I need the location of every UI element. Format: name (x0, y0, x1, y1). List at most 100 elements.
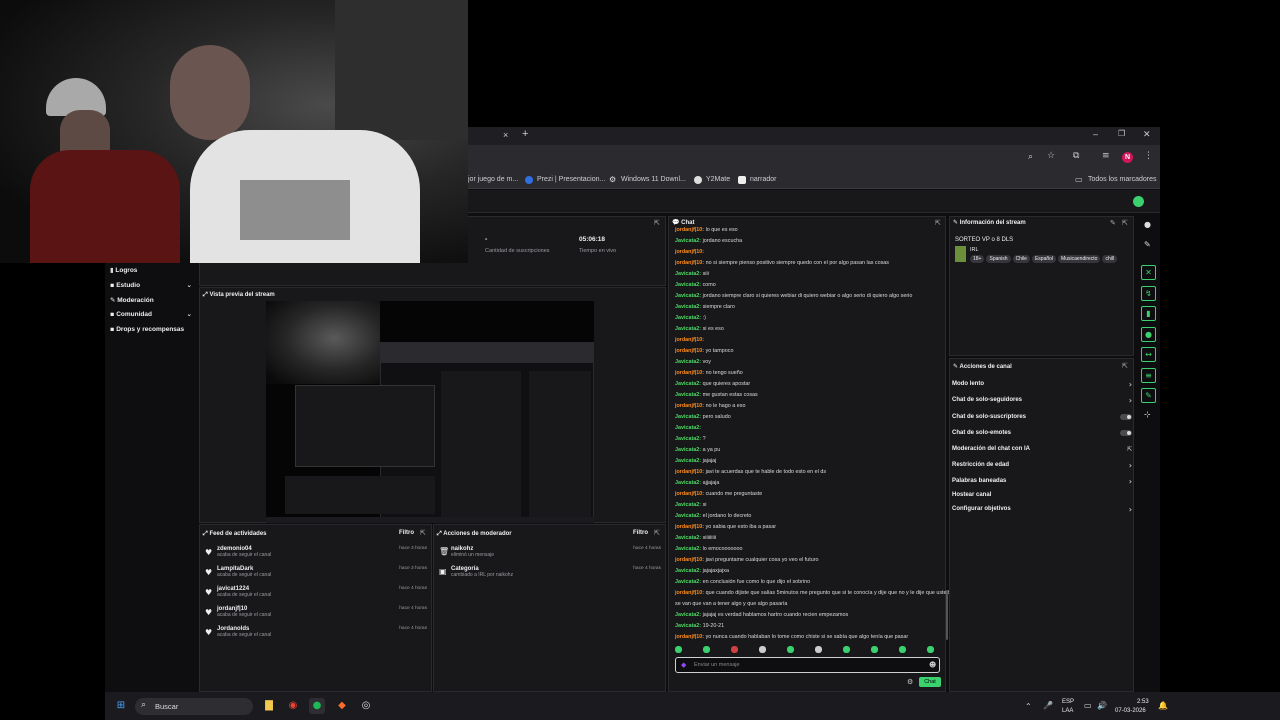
bookmark-item[interactable]: narrador (750, 176, 776, 183)
chat-username[interactable]: Javicata2: (675, 381, 701, 387)
bookmark-item[interactable]: jor juego de m... (468, 176, 518, 183)
chat-username[interactable]: jordanjf|10: (675, 337, 704, 343)
toggle-switch[interactable] (1120, 430, 1132, 436)
chat-username[interactable]: jordanjf|10: (675, 403, 704, 409)
chat-username[interactable]: Javicata2: (675, 392, 701, 398)
chat-username[interactable]: Javicata2: (675, 535, 701, 541)
sidebar-item-logros[interactable]: ▮ Logros (110, 266, 137, 274)
quick-action-button[interactable]: ≡ (1141, 368, 1156, 383)
chat-username[interactable]: jordanjf|10: (675, 634, 704, 640)
tag[interactable]: chill (1102, 255, 1118, 263)
all-bookmarks[interactable]: Todos los marcadores (1088, 176, 1156, 183)
extensions-icon[interactable]: ⧉ (1073, 151, 1079, 161)
popout-icon[interactable]: ⇱ (654, 529, 660, 537)
edit-icon[interactable]: ✎ (1110, 219, 1116, 227)
chat-username[interactable]: jordanjf|10: (675, 348, 704, 354)
mod-filter-button[interactable]: Filtro (633, 530, 648, 536)
chat-username[interactable]: Javicata2: (675, 480, 701, 486)
popout-icon[interactable]: ⇱ (654, 219, 660, 227)
windows-start-icon[interactable]: ⊞ (113, 698, 129, 714)
emote[interactable] (675, 646, 682, 653)
sidebar-item-moderacion[interactable]: ✎ Moderación (110, 296, 154, 304)
channel-action-row[interactable]: Chat de solo-seguidores › (952, 396, 1132, 405)
tag[interactable]: Spanish (986, 255, 1011, 263)
chat-username[interactable]: jordanjf|10: (675, 491, 704, 497)
bookmark-item[interactable]: Windows 11 Downl... (621, 176, 686, 183)
emote[interactable] (815, 646, 822, 653)
popout-icon[interactable]: ⇱ (935, 219, 941, 227)
taskbar-search[interactable]: ⌕ Buscar (135, 698, 253, 715)
channel-action-row[interactable]: Moderación del chat con IA ⇱ (952, 446, 1132, 453)
chat-username[interactable]: jordanjf|10: (675, 260, 704, 266)
chat-username[interactable]: Javicata2: (675, 436, 701, 442)
add-icon[interactable]: ⊹ (1144, 410, 1151, 419)
chat-username[interactable]: Javicata2: (675, 326, 701, 332)
chat-username[interactable]: jordanjf|10: (675, 557, 704, 563)
chat-username[interactable]: jordanjf|10: (675, 590, 704, 596)
chat-username[interactable]: jordanjf|10: (675, 227, 704, 233)
channel-action-row[interactable]: Modo lento › (952, 380, 1132, 389)
menu-icon[interactable]: ⋮ (1144, 151, 1153, 161)
chat-username[interactable]: Javicata2: (675, 238, 701, 244)
chat-username[interactable]: Javicata2: (675, 502, 701, 508)
channel-action-row[interactable]: Chat de solo-suscriptores (952, 414, 1132, 420)
bits-icon[interactable]: ◆ (681, 661, 686, 669)
popout-icon[interactable]: ⇱ (1122, 362, 1128, 370)
popout-icon[interactable]: ⇱ (1122, 219, 1128, 227)
emote[interactable] (759, 646, 766, 653)
clock-time[interactable]: 2:53 (1137, 699, 1149, 705)
chat-username[interactable]: Javicata2: (675, 623, 701, 629)
media-icon[interactable]: ≡ (1102, 151, 1110, 161)
emote[interactable] (787, 646, 794, 653)
sidebar-item-estudio[interactable]: ▪ Estudio ⌄ (110, 281, 192, 289)
close-tab-icon[interactable]: × (503, 130, 508, 140)
star-icon[interactable]: ☆ (1047, 151, 1055, 161)
chat-username[interactable]: jordanjf|10: (675, 249, 704, 255)
spotify-icon[interactable]: ● (309, 698, 325, 714)
quick-action-button[interactable]: ✕ (1141, 265, 1156, 280)
chat-username[interactable]: Javicata2: (675, 612, 701, 618)
language-bottom[interactable]: LAA (1062, 708, 1073, 714)
new-tab-button[interactable]: + (522, 128, 528, 140)
quick-action-button[interactable]: ▮ (1141, 306, 1156, 321)
microphone-icon[interactable]: 🎤 (1043, 701, 1053, 710)
chat-username[interactable]: jordanjf|10: (675, 469, 704, 475)
user-avatar[interactable] (1133, 196, 1144, 207)
profile-avatar[interactable]: N (1122, 152, 1133, 163)
chat-input[interactable]: ◆ Enviar un mensaje ☻ (675, 657, 940, 673)
maximize-button[interactable]: ❐ (1118, 129, 1125, 138)
channel-action-row[interactable]: Restricción de edad › (952, 461, 1132, 470)
emote[interactable] (843, 646, 850, 653)
emote-picker-icon[interactable]: ☻ (929, 661, 936, 669)
language-top[interactable]: ESP (1062, 699, 1074, 705)
channel-action-row[interactable]: Hostear canal (952, 492, 1132, 498)
clock-date[interactable]: 07-03-2026 (1115, 708, 1146, 714)
chat-username[interactable]: Javicata2: (675, 458, 701, 464)
chat-send-button[interactable]: Chat (919, 677, 941, 687)
stream-category[interactable]: IRL (970, 247, 979, 253)
chat-username[interactable]: Javicata2: (675, 546, 701, 552)
chat-username[interactable]: Javicata2: (675, 315, 701, 321)
notification-icon[interactable]: 🔔 (1158, 701, 1168, 710)
tag[interactable]: Español (1031, 255, 1057, 263)
popout-icon[interactable]: ⇱ (420, 529, 426, 537)
emote[interactable] (927, 646, 934, 653)
chat-username[interactable]: Javicata2: (675, 579, 701, 585)
chat-username[interactable]: Javicata2: (675, 282, 701, 288)
emote[interactable] (731, 646, 738, 653)
emote[interactable] (899, 646, 906, 653)
chat-username[interactable]: Javicata2: (675, 447, 701, 453)
chat-username[interactable]: jordanjf|10: (675, 370, 704, 376)
chat-username[interactable]: Javicata2: (675, 568, 701, 574)
activity-filter-button[interactable]: Filtro (399, 530, 414, 536)
settings-icon[interactable]: ⚙ (907, 678, 913, 686)
chat-username[interactable]: Javicata2: (675, 513, 701, 519)
chat-username[interactable]: Javicata2: (675, 414, 701, 420)
app-icon[interactable]: ◆ (334, 698, 350, 714)
minimize-button[interactable]: – (1093, 129, 1098, 139)
tag[interactable]: 18+ (970, 255, 985, 263)
bookmark-item[interactable]: Y2Mate (706, 176, 730, 183)
network-icon[interactable]: ▭ (1084, 701, 1092, 710)
chat-username[interactable]: Javicata2: (675, 425, 701, 431)
zoom-icon[interactable]: ⌕ (1028, 152, 1033, 162)
